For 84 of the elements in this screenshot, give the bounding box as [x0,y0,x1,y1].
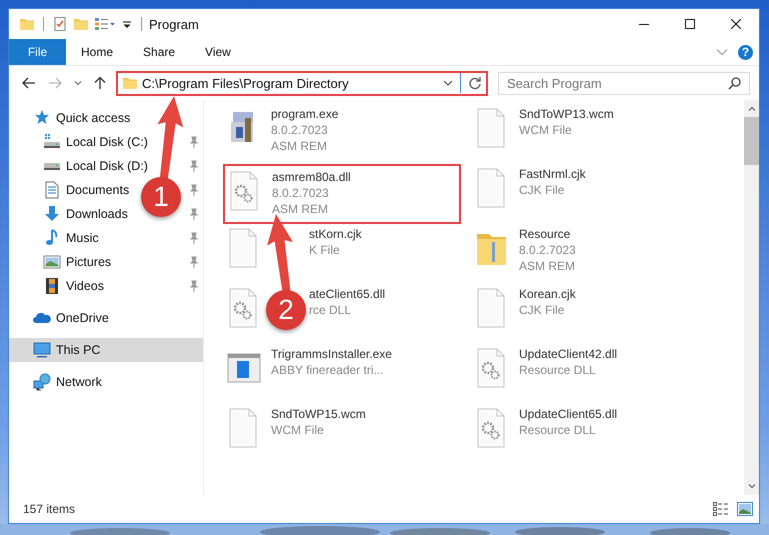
folder-icon[interactable] [73,16,89,32]
pin-icon[interactable] [189,280,199,292]
file-detail: Resource DLL [519,422,597,438]
pin-icon[interactable] [189,136,199,148]
sidebar-item[interactable]: Music [66,231,99,245]
sidebar-item[interactable]: OneDrive [56,311,109,325]
file-detail: Resource DLL [519,362,597,378]
file-detail: ASM REM [519,258,576,274]
scrollbar[interactable] [744,100,759,495]
recent-caret-icon[interactable] [74,80,82,86]
file-name[interactable]: ateClient65.dll [309,286,386,302]
pin-icon[interactable] [189,160,199,172]
scroll-down-icon[interactable] [748,484,756,489]
file-name[interactable]: stKorn.cjk [309,226,362,242]
up-icon[interactable] [94,76,106,90]
scroll-thumb[interactable] [744,117,759,165]
file-name[interactable]: FastNrml.cjk [519,166,586,182]
sidebar-item[interactable]: Documents [66,183,130,197]
document-icon [43,181,61,199]
star-icon [33,109,51,127]
file-detail: ASM REM [271,138,328,154]
window-title: Program [149,16,200,32]
expand-ribbon-icon[interactable] [716,48,728,56]
folder-icon[interactable] [19,16,35,32]
file-name[interactable]: SndToWP13.wcm [519,106,614,122]
search-icon[interactable] [728,76,741,90]
film-icon [43,277,61,295]
file-name[interactable]: Resource [519,226,576,242]
file-detail: K File [309,242,341,258]
sidebar-item[interactable]: Pictures [66,255,112,269]
item-count: 157 items [23,502,76,516]
sidebar-item[interactable]: Quick access [56,111,130,125]
file-tab[interactable]: File [9,39,66,65]
file-name[interactable]: UpdateClient65.dll [519,406,618,422]
ribbon-tab[interactable]: Home [66,39,128,65]
address-field[interactable]: C:\Program Files\Program Directory [116,70,488,96]
file-detail: CJK File [519,302,566,318]
file-detail: CJK File [519,182,566,198]
file-name[interactable]: asmrem80a.dll [272,169,351,185]
picture-icon [43,253,61,271]
scroll-up-icon[interactable] [748,106,756,111]
close-icon[interactable] [731,19,741,29]
sidebar-item[interactable]: This PC [56,343,100,357]
sidebar-item[interactable]: Network [56,375,102,389]
refresh-icon[interactable] [468,76,482,90]
back-icon[interactable] [22,77,36,89]
checklist-icon[interactable] [52,16,68,32]
properties-icon[interactable] [94,16,116,32]
dropdown-icon[interactable] [443,80,453,86]
help-button[interactable]: ? [738,44,753,60]
pin-icon[interactable] [189,184,199,196]
sidebar-item[interactable]: Downloads [66,207,128,221]
file-name[interactable]: TrigrammsInstaller.exe [271,346,392,362]
drive-icon [43,133,61,151]
file-name[interactable]: SndToWP15.wcm [271,406,366,422]
file-name[interactable]: program.exe [271,106,338,122]
forward-icon[interactable] [48,77,62,89]
ribbon-tab[interactable]: Share [128,39,190,65]
file-detail: 8.0.2.7023 [271,122,329,138]
maximize-icon[interactable] [685,19,695,29]
pin-icon[interactable] [189,232,199,244]
search-field[interactable]: Search Program [498,72,750,94]
download-icon [43,205,61,223]
network-icon [33,373,51,391]
computer-icon [33,341,51,359]
file-detail: WCM File [271,422,325,438]
file-name[interactable]: Korean.cjk [519,286,576,302]
file-detail: rce DLL [309,302,352,318]
file-detail: 8.0.2.7023 [272,185,330,201]
sidebar-item[interactable]: Local Disk (C:) [66,135,148,149]
large-icons-view-icon[interactable] [737,502,753,516]
drive-icon [43,162,61,170]
file-name[interactable]: UpdateClient42.dll [519,346,618,362]
sidebar-item[interactable]: Local Disk (D:) [66,159,148,173]
file-detail: WCM File [519,122,573,138]
folder-icon [122,75,138,91]
file-detail: ABBY finereader tri... [271,362,384,378]
details-view-icon[interactable] [713,502,729,516]
pin-icon[interactable] [189,256,199,268]
file-detail: 8.0.2.7023 [519,242,576,258]
sidebar-item[interactable]: Videos [66,279,104,293]
ribbon-tab[interactable]: View [190,39,246,65]
pin-icon[interactable] [189,208,199,220]
file-detail: ASM REM [272,201,330,217]
